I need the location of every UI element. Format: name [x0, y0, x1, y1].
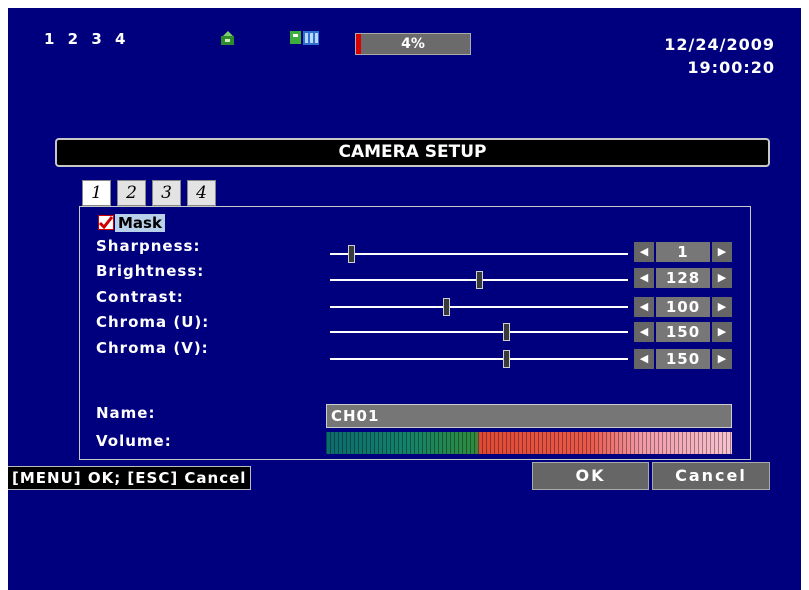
contrast-label: Contrast:	[96, 288, 184, 306]
hdd-usage-bar: 4%	[355, 33, 471, 55]
chroma-u-slider[interactable]	[330, 323, 628, 341]
volume-label: Volume:	[96, 432, 172, 450]
volume-meter[interactable]	[326, 432, 732, 454]
chroma-v-increase-button[interactable]: ▶	[712, 349, 732, 369]
chroma-v-value: 150	[656, 349, 710, 369]
date-text: 12/24/2009	[664, 35, 775, 54]
sharpness-value: 1	[656, 242, 710, 262]
brightness-label: Brightness:	[96, 262, 205, 280]
datetime: 12/24/2009 19:00:20	[664, 33, 775, 79]
cancel-button[interactable]: Cancel	[652, 462, 770, 490]
name-label: Name:	[96, 404, 156, 422]
record-icon	[290, 30, 320, 46]
sharpness-label: Sharpness:	[96, 237, 201, 255]
sharpness-slider[interactable]	[330, 245, 628, 263]
chroma-u-increase-button[interactable]: ▶	[712, 322, 732, 342]
tab-2[interactable]: 2	[117, 180, 146, 206]
brightness-slider-knob[interactable]	[476, 271, 483, 289]
chroma-u-slider-knob[interactable]	[503, 323, 510, 341]
brightness-slider[interactable]	[330, 271, 628, 289]
chroma-u-decrease-button[interactable]: ◀	[634, 322, 654, 342]
contrast-slider-knob[interactable]	[443, 298, 450, 316]
chroma-v-label: Chroma (V):	[96, 339, 209, 357]
network-icon	[219, 30, 237, 46]
contrast-slider[interactable]	[330, 298, 628, 316]
contrast-decrease-button[interactable]: ◀	[634, 297, 654, 317]
chroma-v-slider-knob[interactable]	[503, 350, 510, 368]
brightness-decrease-button[interactable]: ◀	[634, 268, 654, 288]
mask-label[interactable]: Mask	[115, 214, 165, 232]
name-input[interactable]: CH01	[326, 404, 732, 428]
tab-3[interactable]: 3	[152, 180, 181, 206]
mask-checkbox[interactable]	[98, 215, 114, 230]
help-text: [MENU] OK; [ESC] Cancel	[8, 466, 252, 490]
chroma-v-decrease-button[interactable]: ◀	[634, 349, 654, 369]
chroma-v-slider[interactable]	[330, 350, 628, 368]
sharpness-decrease-button[interactable]: ◀	[634, 242, 654, 262]
sharpness-increase-button[interactable]: ▶	[712, 242, 732, 262]
ok-button[interactable]: OK	[532, 462, 649, 490]
brightness-increase-button[interactable]: ▶	[712, 268, 732, 288]
tab-4[interactable]: 4	[187, 180, 216, 206]
tab-1[interactable]: 1	[82, 180, 111, 206]
sharpness-slider-knob[interactable]	[348, 245, 355, 263]
hdd-usage-text: 4%	[401, 36, 425, 52]
chroma-u-value: 150	[656, 322, 710, 342]
chroma-u-label: Chroma (U):	[96, 313, 210, 331]
time-text: 19:00:20	[687, 58, 775, 77]
brightness-value: 128	[656, 268, 710, 288]
contrast-increase-button[interactable]: ▶	[712, 297, 732, 317]
contrast-value: 100	[656, 297, 710, 317]
channel-indicators: 1 2 3 4	[44, 30, 130, 48]
dialog-title: CAMERA SETUP	[55, 138, 770, 167]
